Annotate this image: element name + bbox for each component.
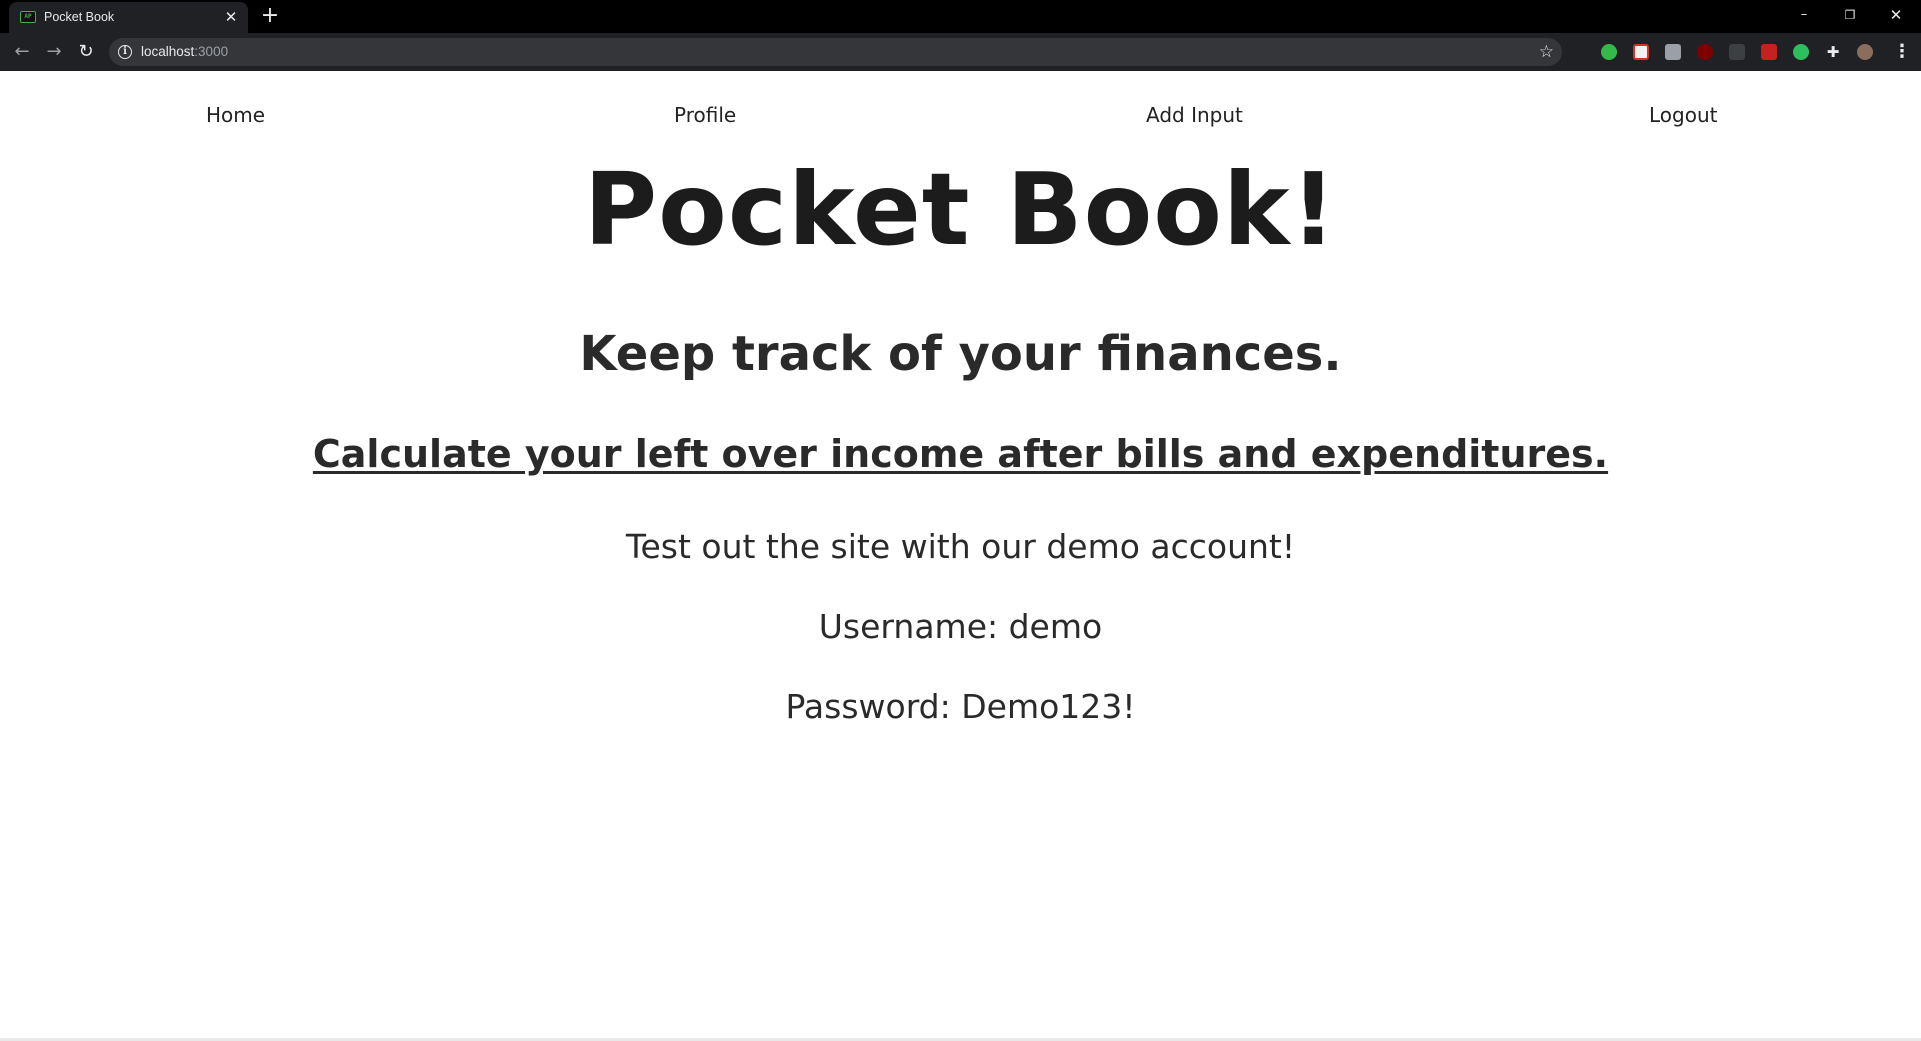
browser-menu-icon[interactable]: ⋮ (1893, 41, 1911, 63)
browser-toolbar: ← → ↻ i localhost:3000 ☆ ✚ ⋮ (0, 33, 1921, 71)
pocket-book-favicon-icon: AP (20, 11, 36, 23)
page-tagline: Calculate your left over income after bi… (312, 432, 1609, 476)
green-circle-extension-icon[interactable] (1601, 44, 1617, 60)
browser-tab-bar: AP Pocket Book ✕ + – ❐ ✕ (0, 0, 1921, 33)
forward-arrow-icon[interactable]: → (42, 41, 66, 63)
profile-avatar-icon[interactable] (1857, 44, 1873, 60)
ublock-extension-icon[interactable] (1697, 44, 1713, 60)
screen-extension-icon[interactable] (1665, 44, 1681, 60)
tab-title: Pocket Book (44, 10, 115, 24)
red-tool-extension-icon[interactable] (1761, 44, 1777, 60)
evernote-extension-icon[interactable] (1793, 44, 1809, 60)
minimize-icon[interactable]: – (1781, 0, 1827, 30)
site-info-icon[interactable]: i (118, 45, 132, 59)
reload-icon[interactable]: ↻ (74, 41, 98, 63)
back-arrow-icon[interactable]: ← (10, 41, 34, 63)
page-content: Home Profile Add Input Logout Pocket Boo… (0, 71, 1921, 1041)
nav-profile-link[interactable]: Profile (674, 103, 736, 127)
bookmark-star-icon[interactable]: ☆ (1539, 41, 1554, 63)
url-host: localhost (141, 44, 195, 59)
tab-close-icon[interactable]: ✕ (223, 9, 239, 25)
restore-icon[interactable]: ❐ (1827, 0, 1873, 30)
page-title: Pocket Book! (583, 151, 1338, 268)
window-close-icon[interactable]: ✕ (1873, 0, 1919, 30)
address-bar[interactable]: i localhost:3000 ☆ (109, 38, 1562, 66)
filter-extension-icon[interactable] (1729, 44, 1745, 60)
nav-home-link[interactable]: Home (206, 103, 265, 127)
url-text[interactable]: localhost:3000 (141, 44, 228, 59)
gmail-extension-icon[interactable] (1633, 44, 1649, 60)
new-tab-icon[interactable]: + (259, 5, 281, 27)
page-subtitle: Keep track of your finances. (579, 326, 1342, 382)
demo-username-text: Username: demo (818, 607, 1103, 646)
nav-logout-link[interactable]: Logout (1649, 103, 1717, 127)
demo-password-text: Password: Demo123! (785, 687, 1136, 726)
nav-add-input-link[interactable]: Add Input (1146, 103, 1243, 127)
demo-intro-text: Test out the site with our demo account! (625, 527, 1296, 566)
url-port: :3000 (194, 44, 229, 59)
puzzle-extension-icon[interactable]: ✚ (1825, 44, 1841, 60)
browser-tab[interactable]: AP Pocket Book ✕ (9, 2, 248, 33)
